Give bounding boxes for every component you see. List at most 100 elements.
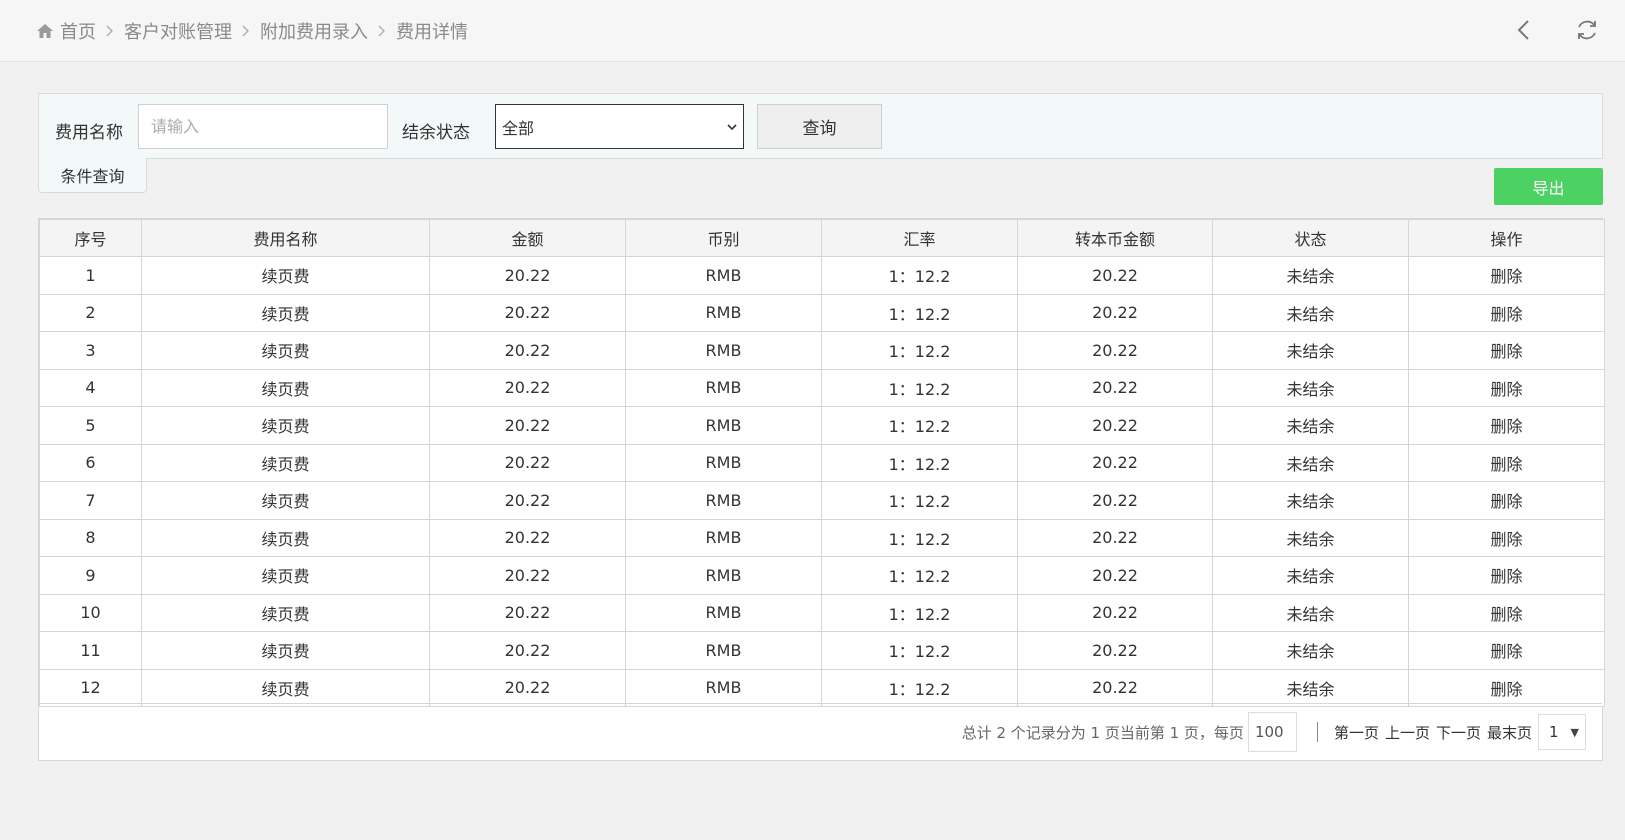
- last-page-link[interactable]: 最末页: [1487, 722, 1532, 743]
- cell-fee-name: 续页费: [141, 406, 430, 445]
- header-status: 状态: [1212, 219, 1409, 257]
- cell-amount: 20.22: [429, 256, 626, 295]
- fee-name-input[interactable]: [138, 104, 388, 149]
- delete-button[interactable]: 删除: [1408, 668, 1605, 707]
- fee-name-label: 费用名称: [55, 123, 123, 143]
- cell-amount: 20.22: [429, 518, 626, 557]
- delete-button[interactable]: 删除: [1408, 481, 1605, 520]
- cell-index: 7: [39, 481, 142, 520]
- cell-rate: 1：12.2: [821, 668, 1018, 707]
- fee-table-container: 序号 费用名称 金额 币别 汇率 转本币金额 状态 操作 1 续页费 20.22 RM…: [38, 218, 1605, 761]
- delete-button[interactable]: 删除: [1408, 406, 1605, 445]
- cell-currency: RMB: [625, 331, 822, 370]
- cell-status: 未结余: [1212, 631, 1409, 670]
- query-button[interactable]: 查询: [757, 104, 882, 149]
- cell-fee-name: 续页费: [141, 668, 430, 707]
- delete-button[interactable]: 删除: [1408, 593, 1605, 632]
- cell-index: 2: [39, 293, 142, 332]
- cell-currency: RMB: [625, 556, 822, 595]
- cell-index: 10: [39, 593, 142, 632]
- header-rate: 汇率: [821, 219, 1018, 257]
- cell-currency: RMB: [625, 368, 822, 407]
- back-button[interactable]: [1509, 16, 1537, 44]
- cell-rate: 1：12.2: [821, 256, 1018, 295]
- breadcrumb: 首页 客户对账管理 附加费用录入 费用详情: [36, 18, 468, 44]
- tab-condition-query[interactable]: 条件查询: [38, 158, 147, 193]
- pager-summary: 总计 2 个记录分为 1 页当前第 1 页，每页: [961, 723, 1244, 742]
- cell-local-amount: 20.22: [1017, 256, 1213, 295]
- page-select[interactable]: 1 ▼: [1538, 714, 1586, 750]
- chevron-right-icon: [378, 25, 385, 37]
- first-page-link[interactable]: 第一页: [1334, 722, 1379, 743]
- breadcrumb-home[interactable]: 首页: [60, 18, 96, 44]
- header-index: 序号: [39, 219, 142, 257]
- cell-rate: 1：12.2: [821, 481, 1018, 520]
- cell-index: 12: [39, 668, 142, 707]
- cell-rate: 1：12.2: [821, 518, 1018, 557]
- delete-button[interactable]: 删除: [1408, 256, 1605, 295]
- cell-rate: 1：12.2: [821, 443, 1018, 482]
- cell-amount: 20.22: [429, 593, 626, 632]
- refresh-button[interactable]: [1573, 16, 1601, 44]
- pagination: 总计 2 个记录分为 1 页当前第 1 页，每页 100 第一页 上一页 下一页…: [39, 703, 1602, 760]
- cell-fee-name: 续页费: [141, 256, 430, 295]
- prev-page-link[interactable]: 上一页: [1385, 722, 1430, 743]
- cell-currency: RMB: [625, 406, 822, 445]
- cell-fee-name: 续页费: [141, 368, 430, 407]
- breadcrumb-reconciliation[interactable]: 客户对账管理: [124, 18, 232, 44]
- cell-currency: RMB: [625, 631, 822, 670]
- breadcrumb-fee-detail: 费用详情: [396, 22, 468, 43]
- delete-button[interactable]: 删除: [1408, 368, 1605, 407]
- cell-rate: 1：12.2: [821, 406, 1018, 445]
- table-row: 6 续页费 20.22 RMB 1：12.2 20.22 未结余 删除: [39, 443, 1605, 482]
- delete-button[interactable]: 删除: [1408, 518, 1605, 557]
- cell-amount: 20.22: [429, 368, 626, 407]
- cell-rate: 1：12.2: [821, 368, 1018, 407]
- export-button[interactable]: 导出: [1494, 168, 1603, 205]
- cell-status: 未结余: [1212, 331, 1409, 370]
- cell-index: 3: [39, 331, 142, 370]
- cell-local-amount: 20.22: [1017, 593, 1213, 632]
- breadcrumb-surcharge-entry[interactable]: 附加费用录入: [260, 18, 368, 44]
- delete-button[interactable]: 删除: [1408, 556, 1605, 595]
- delete-button[interactable]: 删除: [1408, 331, 1605, 370]
- table-row: 12 续页费 20.22 RMB 1：12.2 20.22 未结余 删除: [39, 668, 1605, 707]
- cell-rate: 1：12.2: [821, 593, 1018, 632]
- cell-fee-name: 续页费: [141, 481, 430, 520]
- table-row: 5 续页费 20.22 RMB 1：12.2 20.22 未结余 删除: [39, 406, 1605, 445]
- delete-button[interactable]: 删除: [1408, 293, 1605, 332]
- table-row: 3 续页费 20.22 RMB 1：12.2 20.22 未结余 删除: [39, 331, 1605, 370]
- table-row: 10 续页费 20.22 RMB 1：12.2 20.22 未结余 删除: [39, 593, 1605, 632]
- cell-index: 4: [39, 368, 142, 407]
- cell-local-amount: 20.22: [1017, 556, 1213, 595]
- cell-status: 未结余: [1212, 293, 1409, 332]
- fee-table: 序号 费用名称 金额 币别 汇率 转本币金额 状态 操作 1 续页费 20.22 RM…: [39, 219, 1605, 707]
- cell-local-amount: 20.22: [1017, 631, 1213, 670]
- cell-status: 未结余: [1212, 481, 1409, 520]
- cell-index: 11: [39, 631, 142, 670]
- cell-currency: RMB: [625, 481, 822, 520]
- cell-fee-name: 续页费: [141, 593, 430, 632]
- chevron-right-icon: [106, 25, 113, 37]
- table-row: 8 续页费 20.22 RMB 1：12.2 20.22 未结余 删除: [39, 518, 1605, 557]
- cell-rate: 1：12.2: [821, 631, 1018, 670]
- cell-fee-name: 续页费: [141, 331, 430, 370]
- status-select[interactable]: 全部: [495, 104, 744, 149]
- next-page-link[interactable]: 下一页: [1436, 722, 1481, 743]
- cell-amount: 20.22: [429, 481, 626, 520]
- cell-status: 未结余: [1212, 406, 1409, 445]
- cell-rate: 1：12.2: [821, 293, 1018, 332]
- pager-divider: [1316, 722, 1318, 742]
- cell-status: 未结余: [1212, 368, 1409, 407]
- delete-button[interactable]: 删除: [1408, 443, 1605, 482]
- page-size-input[interactable]: 100: [1247, 712, 1297, 752]
- header-action: 操作: [1408, 219, 1605, 257]
- status-label: 结余状态: [402, 123, 470, 143]
- home-icon[interactable]: [36, 22, 54, 40]
- delete-button[interactable]: 删除: [1408, 631, 1605, 670]
- cell-amount: 20.22: [429, 631, 626, 670]
- cell-amount: 20.22: [429, 331, 626, 370]
- cell-currency: RMB: [625, 443, 822, 482]
- filter-panel: 费用名称 结余状态 全部 查询: [38, 93, 1603, 159]
- cell-status: 未结余: [1212, 443, 1409, 482]
